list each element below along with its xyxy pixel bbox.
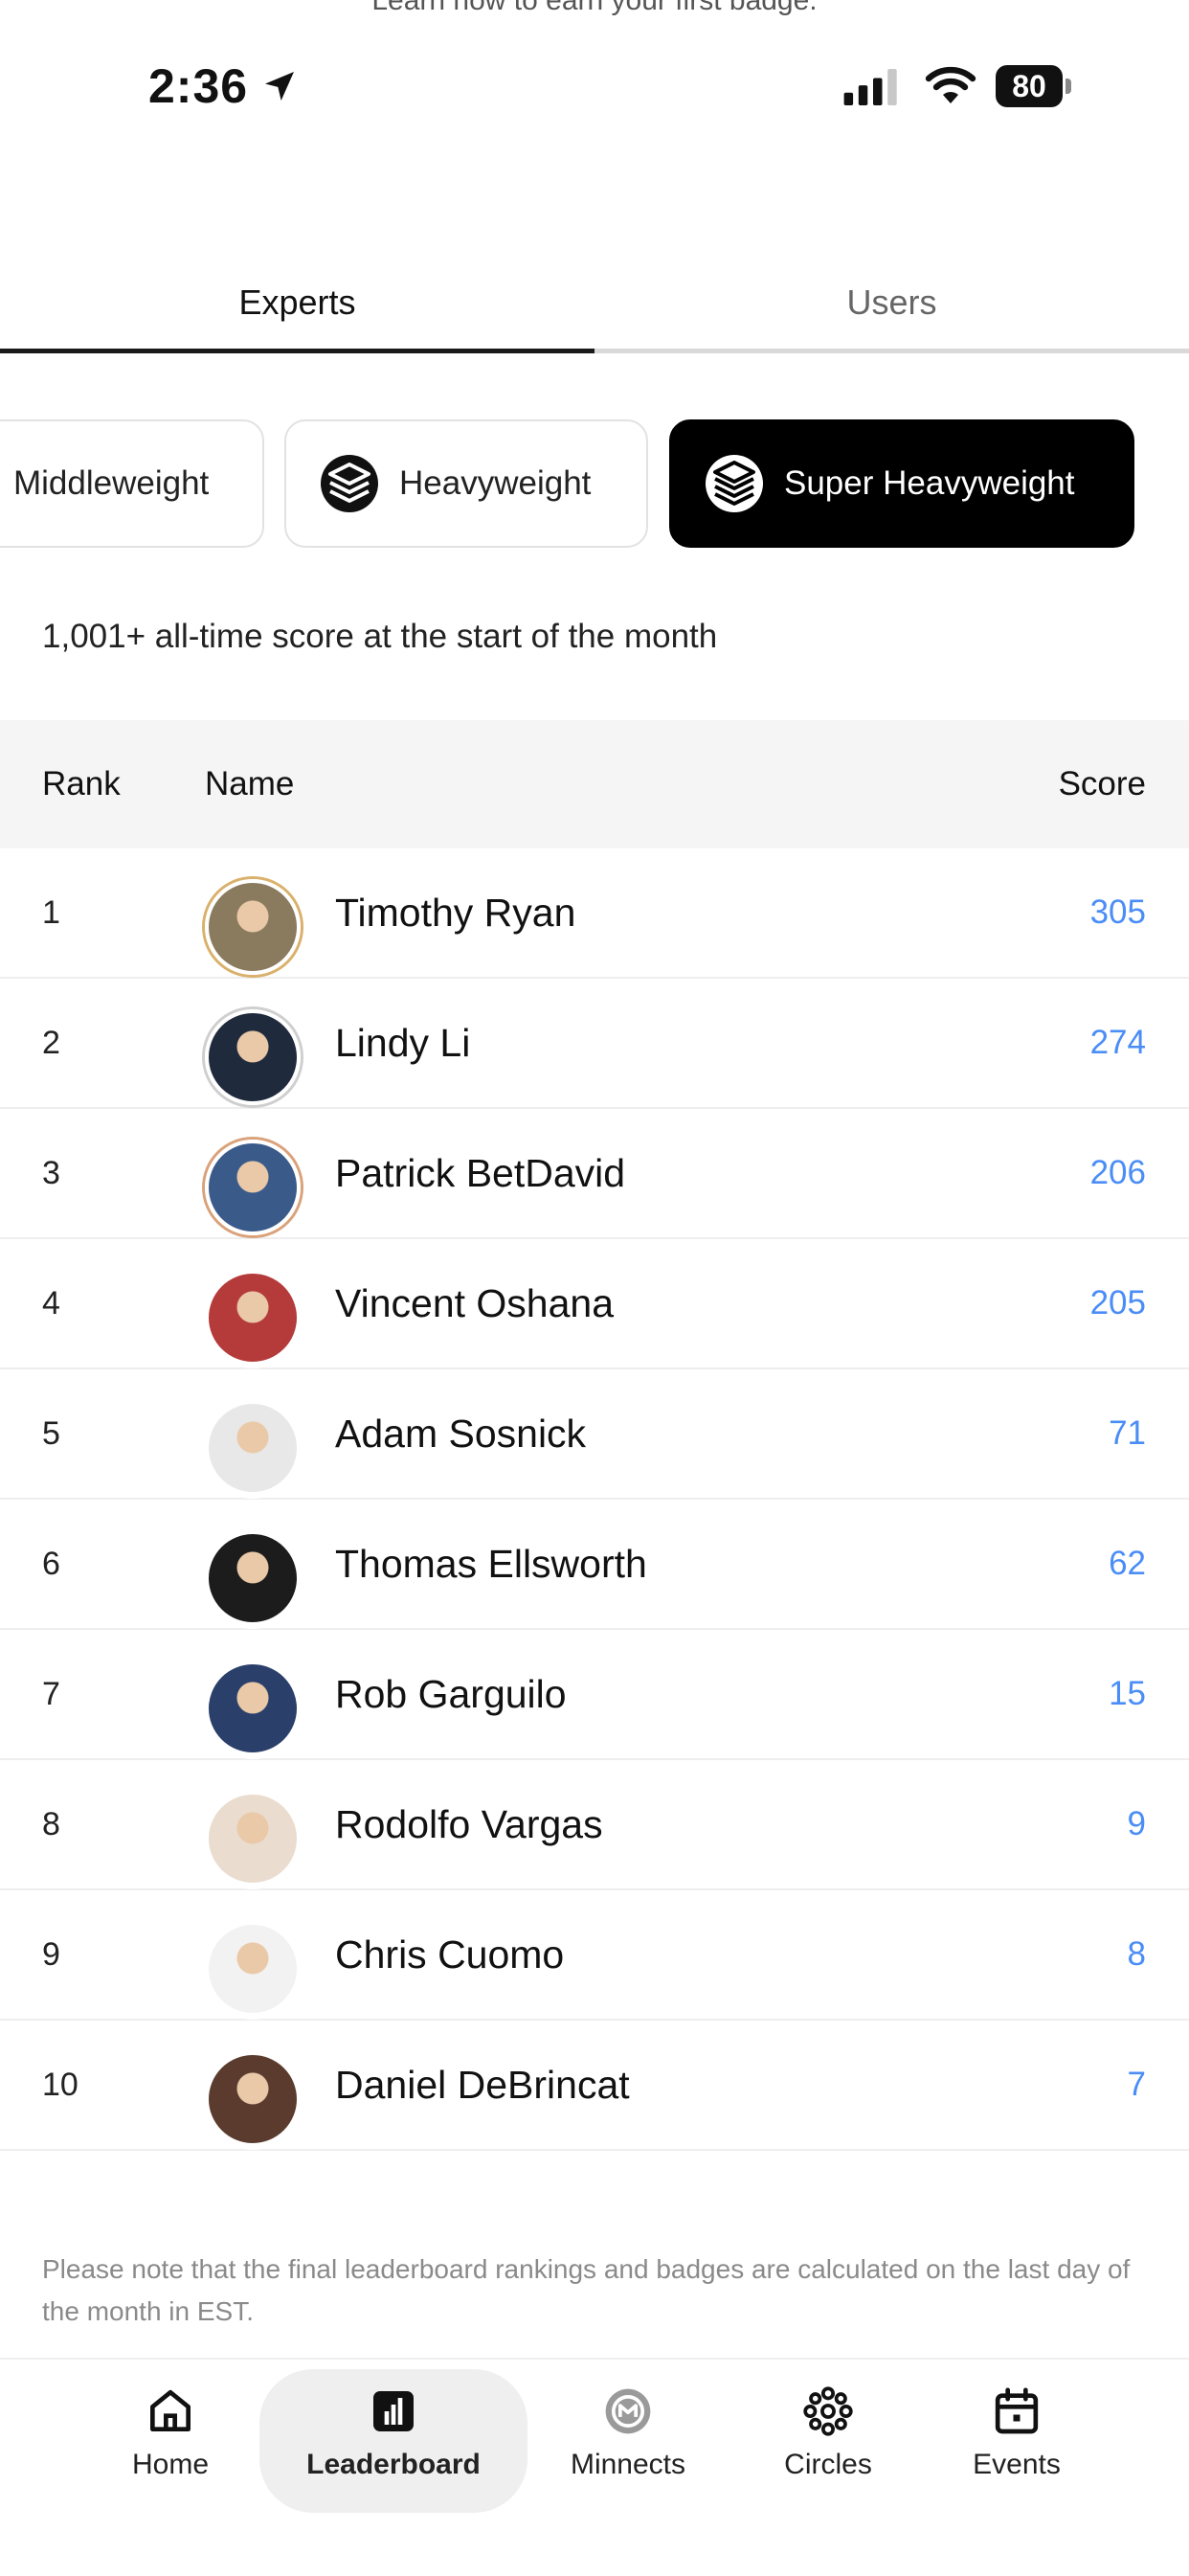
chip-label: Middleweight [13,464,210,502]
table-row[interactable]: 5 Adam Sosnick 71 [0,1369,1189,1500]
row-score: 206 [1089,1154,1146,1191]
row-name[interactable]: Rob Garguilo [335,1630,567,1758]
avatar[interactable] [205,1270,301,1366]
layers-icon [321,455,378,512]
nav-label: Home [131,2449,210,2480]
chip-label: Super Heavyweight [784,464,1075,502]
row-rank: 8 [42,1806,60,1842]
chip-super-heavyweight[interactable]: Super Heavyweight [669,419,1134,548]
avatar[interactable] [205,1921,301,2017]
row-name[interactable]: Thomas Ellsworth [335,1500,647,1628]
weight-class-description: 1,001+ all-time score at the start of th… [42,618,718,655]
nav-events[interactable]: Events [921,2369,1112,2522]
avatar[interactable] [205,2051,301,2147]
wifi-icon [925,66,976,103]
bottom-nav: Home Leaderboard Minnects Circles Events [0,2358,1189,2576]
row-rank: 6 [42,1546,60,1582]
minnects-icon [605,2388,651,2434]
table-row[interactable]: 2 Lindy Li 274 [0,979,1189,1109]
footnote: Please note that the final leaderboard r… [42,2254,1131,2326]
table-row[interactable]: 3 Patrick BetDavid 206 [0,1109,1189,1239]
nav-leaderboard[interactable]: Leaderboard [259,2369,527,2513]
tab-active-indicator [0,349,594,353]
row-rank: 2 [42,1025,60,1061]
avatar[interactable] [205,1400,301,1496]
header-score: Score [1058,765,1146,802]
row-score: 71 [1109,1414,1146,1452]
row-name[interactable]: Timothy Ryan [335,848,575,977]
circles-icon [803,2386,853,2436]
table-body: 1 Timothy Ryan 305 2 Lindy Li 274 3 Patrick Bet… [0,848,1189,2151]
tab-experts[interactable]: Experts [0,268,594,356]
row-rank: 7 [42,1676,60,1712]
row-score: 15 [1109,1675,1146,1712]
header-rank: Rank [42,765,121,802]
calendar-icon [995,2387,1039,2434]
table-row[interactable]: 1 Timothy Ryan 305 [0,848,1189,979]
row-score: 9 [1127,1805,1146,1842]
nav-label: Circles [784,2449,872,2480]
row-score: 7 [1127,2066,1146,2103]
battery-level: 80 [996,65,1063,107]
cellular-signal-icon [843,69,897,105]
status-bar: 2:36 80 [0,57,1189,115]
weight-class-filters: Middleweight Heavyweight Super Heavyweig… [0,419,1189,550]
chip-label: Heavyweight [399,464,592,502]
nav-label: Minnects [570,2449,686,2480]
row-rank: 3 [42,1155,60,1191]
tab-bar: Experts Users [0,268,1189,356]
table-row[interactable]: 4 Vincent Oshana 205 [0,1239,1189,1369]
row-rank: 9 [42,1936,60,1973]
status-time: 2:36 [148,59,249,113]
row-rank: 4 [42,1285,60,1322]
avatar[interactable] [205,1791,301,1887]
avatar[interactable] [205,879,301,975]
table-row[interactable]: 8 Rodolfo Vargas 9 [0,1760,1189,1890]
nav-home[interactable]: Home [75,2369,266,2522]
battery-icon: 80 [996,65,1072,107]
tab-users[interactable]: Users [594,268,1189,356]
table-row[interactable]: 6 Thomas Ellsworth 62 [0,1500,1189,1630]
table-row[interactable]: 10 Daniel DeBrincat 7 [0,2021,1189,2151]
row-rank: 10 [42,2067,79,2103]
avatar[interactable] [205,1140,301,1235]
leaderboard-table: Rank Name Score 1 Timothy Ryan 305 2 Lindy L… [0,720,1189,2151]
row-rank: 5 [42,1415,60,1452]
row-score: 205 [1089,1284,1146,1322]
avatar[interactable] [205,1530,301,1626]
row-score: 8 [1127,1935,1146,1973]
row-name[interactable]: Chris Cuomo [335,1890,564,2019]
home-icon [150,2389,191,2431]
row-name[interactable]: Rodolfo Vargas [335,1760,603,1888]
table-row[interactable]: 7 Rob Garguilo 15 [0,1630,1189,1760]
table-header: Rank Name Score [0,720,1189,848]
nav-minnects[interactable]: Minnects [532,2369,724,2522]
nav-label: Leaderboard [306,2449,481,2480]
table-row[interactable]: 9 Chris Cuomo 8 [0,1890,1189,2021]
row-score: 62 [1109,1545,1146,1582]
nav-label: Events [973,2449,1061,2480]
layers-icon [706,455,763,512]
nav-circles[interactable]: Circles [732,2369,924,2522]
avatar[interactable] [205,1009,301,1105]
row-score: 274 [1089,1024,1146,1061]
header-name: Name [205,765,295,802]
avatar[interactable] [205,1661,301,1756]
location-arrow-icon [265,72,294,101]
top-note: Learn how to earn your first badge. [371,0,818,16]
row-score: 305 [1089,893,1146,931]
row-name[interactable]: Patrick BetDavid [335,1109,625,1237]
row-rank: 1 [42,894,60,931]
chip-middleweight[interactable]: Middleweight [0,419,264,548]
row-name[interactable]: Adam Sosnick [335,1369,586,1498]
row-name[interactable]: Vincent Oshana [335,1239,614,1367]
leaderboard-icon [373,2391,414,2431]
chip-heavyweight[interactable]: Heavyweight [284,419,648,548]
row-name[interactable]: Lindy Li [335,979,470,1107]
row-name[interactable]: Daniel DeBrincat [335,2021,630,2149]
tab-underline [0,349,1189,353]
